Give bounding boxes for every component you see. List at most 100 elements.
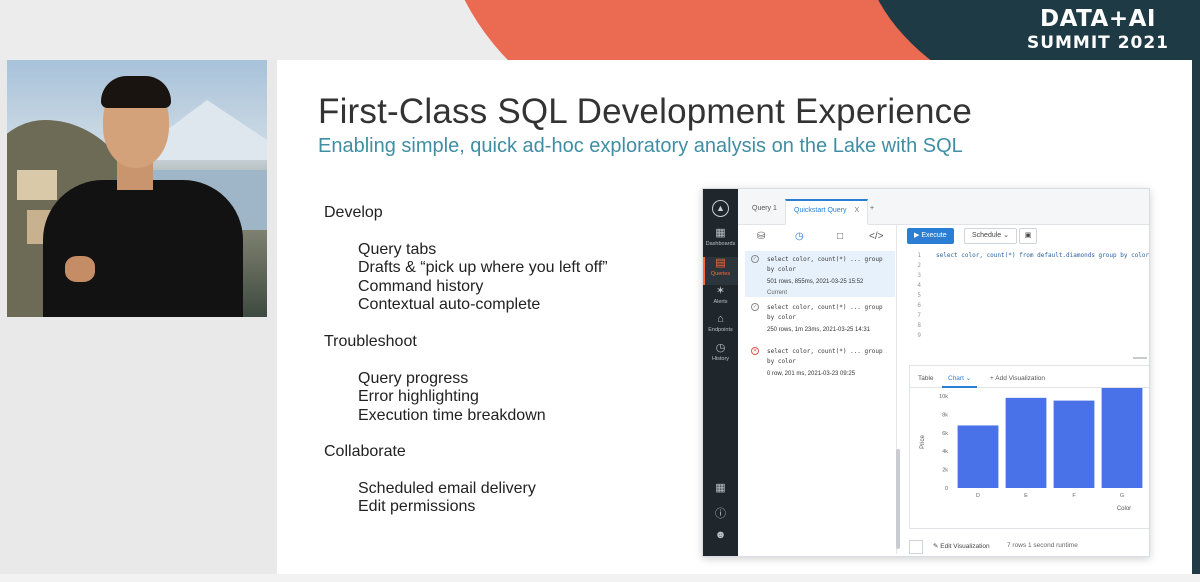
viz-footer: ✎ Edit Visualization 7 rows 1 second run… bbox=[909, 536, 1149, 556]
y-tick-label: 4k bbox=[942, 449, 948, 455]
bullet-item: Command history bbox=[358, 277, 484, 295]
execute-label: Execute bbox=[921, 232, 947, 239]
right-strip bbox=[1192, 60, 1200, 582]
dashboard-icon: ▦ bbox=[715, 227, 726, 239]
run-stats: 250 rows, 1m 23ms, 2021-03-25 14:31 bbox=[767, 327, 871, 333]
tab-quickstart-query[interactable]: Quickstart Query X bbox=[785, 199, 869, 225]
sql-editor-screenshot: ▲ ▦ Dashboards ▤ Queries ✶ Alerts ⌂ Endp… bbox=[702, 188, 1150, 557]
bullet-item: Execution time breakdown bbox=[358, 406, 546, 424]
visualization-panel: Table Chart ⌄ + Add Visualization 0 2k 4k 6… bbox=[909, 365, 1149, 529]
code-icon[interactable]: </> bbox=[869, 231, 883, 242]
x-tick-label: G bbox=[1120, 493, 1124, 499]
logo-line-1: DATA+AI bbox=[1040, 6, 1156, 32]
bullet-item: Query progress bbox=[358, 370, 469, 387]
bullet-item: Scheduled email delivery bbox=[358, 480, 536, 497]
resize-handle[interactable] bbox=[1133, 357, 1147, 359]
apps-grid-icon[interactable]: ▦ bbox=[703, 481, 738, 494]
toggle-checkbox[interactable] bbox=[909, 540, 923, 554]
y-tick-label: 6k bbox=[942, 431, 948, 437]
tab-table[interactable]: Table bbox=[912, 370, 940, 388]
alerts-icon: ✶ bbox=[715, 285, 726, 297]
nav-label: Queries bbox=[710, 271, 731, 277]
bar bbox=[1053, 400, 1095, 488]
x-tick-label: E bbox=[1024, 493, 1028, 499]
query-history-panel: ⛁ ◷ □ </> ✓ select color, count(*) ... g… bbox=[743, 225, 897, 554]
run-stats: 501 rows, 855ms, 2021-03-25 15:52 bbox=[767, 279, 864, 285]
speaker-hand bbox=[65, 256, 95, 282]
tab-label: Quickstart Query bbox=[794, 207, 847, 214]
execute-button[interactable]: ▶ Execute bbox=[907, 228, 954, 244]
section-troubleshoot: Troubleshoot Query progress Error highli… bbox=[324, 332, 704, 425]
user-icon[interactable]: ☻ bbox=[703, 529, 738, 541]
app-logo-icon[interactable]: ▲ bbox=[712, 200, 729, 217]
speaker-hair bbox=[101, 76, 171, 108]
logo-line-2: SUMMIT 2021 bbox=[1026, 33, 1170, 53]
query-snippet: by color bbox=[767, 266, 796, 273]
query-snippet: select color, count(*) ... group bbox=[767, 256, 883, 263]
viz-tab-bar: Table Chart ⌄ + Add Visualization bbox=[910, 366, 1149, 388]
current-label: Current bbox=[767, 290, 788, 296]
history-toolbar: ⛁ ◷ □ </> bbox=[743, 231, 897, 249]
nav-history[interactable]: ◷ History bbox=[703, 342, 738, 370]
history-icon: ◷ bbox=[715, 342, 726, 354]
sql-editor[interactable]: 1 2 3 4 5 6 7 8 9 select color, count(*)… bbox=[902, 249, 1149, 351]
editor-toolbar: ▶ Execute Schedule ⌄ ▣ bbox=[902, 225, 1149, 249]
sql-code[interactable]: select color, count(*) from default.diam… bbox=[936, 251, 1149, 261]
building bbox=[17, 170, 57, 200]
summit-logo: DATA+AI SUMMIT 2021 bbox=[1010, 6, 1186, 54]
y-tick-label: 2k bbox=[942, 468, 948, 474]
x-tick-label: F bbox=[1072, 493, 1076, 499]
nav-endpoints[interactable]: ⌂ Endpoints bbox=[703, 313, 738, 341]
x-axis-label: Color bbox=[1117, 506, 1131, 512]
history-entry[interactable]: ✓ select color, count(*) ... group by co… bbox=[745, 251, 895, 297]
section-develop: Develop Query tabs Drafts & “pick up whe… bbox=[324, 203, 704, 314]
bullet-item: Query tabs bbox=[358, 241, 437, 258]
run-stats: 0 row, 201 ms, 2021-03-23 09:25 bbox=[767, 371, 856, 377]
tab-query-1[interactable]: Query 1 bbox=[744, 199, 785, 225]
slide-subtitle: Enabling simple, quick ad-hoc explorator… bbox=[318, 135, 963, 157]
bullet-item: Edit permissions bbox=[358, 498, 476, 516]
y-tick-label: 0 bbox=[945, 486, 948, 492]
section-heading: Develop bbox=[324, 204, 383, 221]
nav-alerts[interactable]: ✶ Alerts bbox=[703, 285, 738, 313]
section-heading: Troubleshoot bbox=[324, 333, 417, 350]
tab-chart[interactable]: Chart ⌄ bbox=[942, 370, 978, 388]
bullet-item: Drafts & “pick up where you left off” bbox=[358, 259, 608, 277]
bullet-list: Query progress Error highlighting Execut… bbox=[324, 370, 704, 425]
speaker-video bbox=[7, 60, 267, 317]
history-entry[interactable]: ✓ select color, count(*) ... group by co… bbox=[745, 299, 895, 339]
close-icon[interactable]: X bbox=[855, 207, 860, 214]
help-icon[interactable]: ⓘ bbox=[703, 505, 738, 521]
nav-queries[interactable]: ▤ Queries bbox=[703, 257, 738, 285]
x-tick-label: D bbox=[976, 493, 980, 499]
history-icon[interactable]: ◷ bbox=[795, 231, 804, 242]
nav-label: Endpoints bbox=[708, 327, 733, 333]
endpoints-icon: ⌂ bbox=[717, 313, 724, 325]
query-snippet: by color bbox=[767, 314, 796, 321]
query-tab-bar: Query 1 Quickstart Query X + bbox=[738, 189, 1149, 225]
queries-icon: ▤ bbox=[715, 257, 726, 269]
new-tab-button[interactable]: + bbox=[862, 199, 882, 225]
line-numbers: 1 2 3 4 5 6 7 8 9 bbox=[917, 252, 921, 339]
slide: First-Class SQL Development Experience E… bbox=[277, 60, 1192, 574]
success-icon: ✓ bbox=[751, 303, 759, 311]
nav-dashboards[interactable]: ▦ Dashboards bbox=[703, 227, 738, 255]
database-icon[interactable]: ⛁ bbox=[757, 231, 765, 242]
edit-visualization-button[interactable]: ✎ Edit Visualization bbox=[933, 542, 990, 550]
bar bbox=[957, 425, 999, 488]
y-tick-label: 10k bbox=[939, 394, 948, 400]
error-icon: ✕ bbox=[751, 347, 759, 355]
schedule-button[interactable]: Schedule ⌄ bbox=[964, 228, 1017, 244]
history-scrollbar[interactable] bbox=[896, 449, 900, 549]
runtime-label: 7 rows 1 second runtime bbox=[1007, 542, 1078, 549]
query-snippet: by color bbox=[767, 358, 796, 365]
success-icon: ✓ bbox=[751, 255, 759, 263]
y-axis-label: Price bbox=[920, 435, 926, 449]
bottom-band bbox=[0, 574, 1200, 582]
history-entry[interactable]: ✕ select color, count(*) ... group by co… bbox=[745, 343, 895, 383]
folder-icon[interactable]: □ bbox=[837, 231, 843, 242]
add-visualization-button[interactable]: + Add Visualization bbox=[984, 370, 1051, 388]
edit-label: Edit Visualization bbox=[940, 543, 990, 550]
y-tick-label: 8k bbox=[942, 412, 948, 418]
save-icon[interactable]: ▣ bbox=[1019, 228, 1037, 244]
